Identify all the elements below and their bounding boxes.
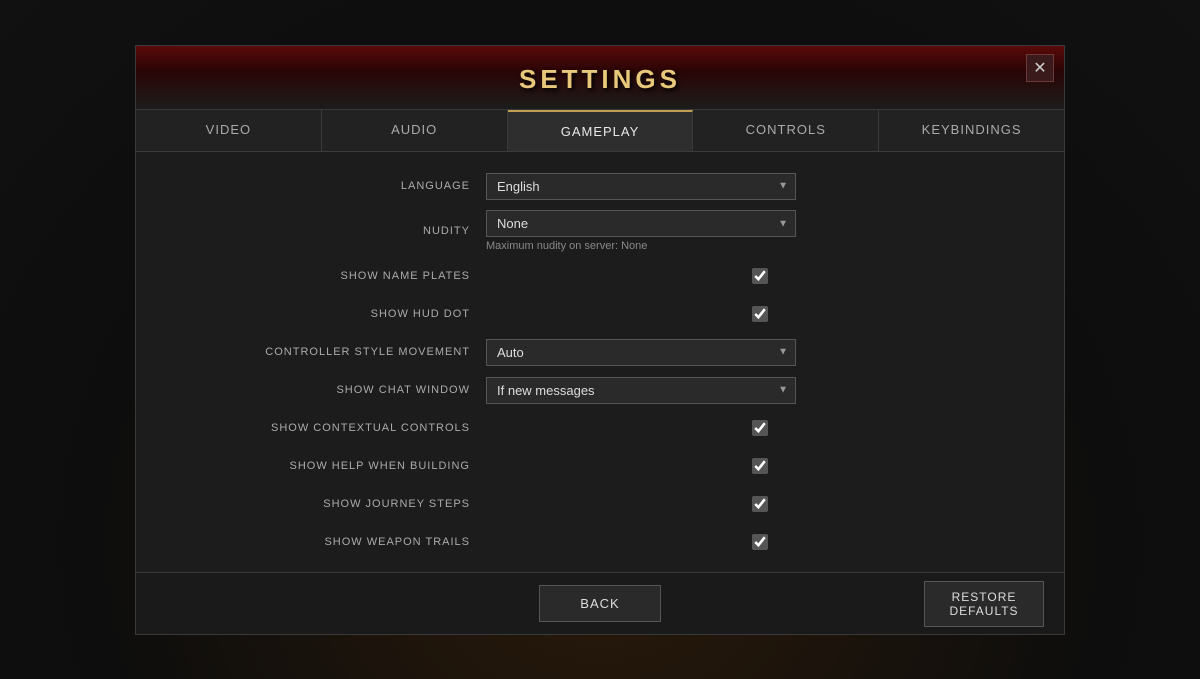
nudity-value: None Partial Full Maximum nudity on serv… (486, 210, 1034, 252)
nudity-select[interactable]: None Partial Full (486, 210, 796, 237)
tab-video[interactable]: VIDEO (136, 110, 322, 151)
nudity-label: NUDITY (166, 225, 486, 237)
controller-style-select-wrap[interactable]: Auto On Off (486, 339, 796, 366)
show-weapon-trails-checkbox[interactable] (752, 534, 768, 550)
back-button[interactable]: BACK (539, 585, 660, 622)
show-help-building-label: SHOW HELP WHEN BUILDING (166, 460, 486, 472)
nudity-select-wrap[interactable]: None Partial Full (486, 210, 796, 237)
controller-style-label: CONTROLLER STYLE MOVEMENT (166, 346, 486, 358)
show-weapon-trails-value (486, 534, 1034, 550)
show-journey-label: SHOW JOURNEY STEPS (166, 498, 486, 510)
show-chat-select[interactable]: If new messages Always Never (486, 377, 796, 404)
contextual-controls-row: SHOW CONTEXTUAL CONTROLS (166, 414, 1034, 442)
contextual-controls-value (486, 420, 1034, 436)
show-help-building-checkbox[interactable] (752, 458, 768, 474)
nudity-subtext: Maximum nudity on server: None (486, 240, 1034, 252)
show-weapon-trails-row: SHOW WEAPON TRAILS (166, 528, 1034, 556)
show-chat-select-wrap[interactable]: If new messages Always Never (486, 377, 796, 404)
modal-footer: BACK RESTORE DEFAULTS (136, 572, 1064, 634)
show-name-plates-row: SHOW NAME PLATES (166, 262, 1034, 290)
show-name-plates-checkbox[interactable] (752, 268, 768, 284)
language-row: LANGUAGE English French German (166, 172, 1034, 200)
restore-line1: RESTORE (952, 590, 1017, 604)
show-journey-value (486, 496, 1034, 512)
language-label: LANGUAGE (166, 180, 486, 192)
show-chat-row: SHOW CHAT WINDOW If new messages Always … (166, 376, 1034, 404)
show-help-building-value (486, 458, 1034, 474)
restore-line2: DEFAULTS (949, 604, 1018, 618)
settings-modal: SETTINGS ✕ VIDEO AUDIO GAMEPLAY CONTROLS… (135, 45, 1065, 635)
tab-controls[interactable]: CONTROLS (693, 110, 879, 151)
nudity-row: NUDITY None Partial Full Maximum nudity … (166, 210, 1034, 252)
show-chat-label: SHOW CHAT WINDOW (166, 384, 486, 396)
restore-defaults-button[interactable]: RESTORE DEFAULTS (924, 581, 1044, 627)
show-journey-row: SHOW JOURNEY STEPS (166, 490, 1034, 518)
language-value: English French German (486, 173, 1034, 200)
language-select-wrap[interactable]: English French German (486, 173, 796, 200)
tab-audio[interactable]: AUDIO (322, 110, 508, 151)
controller-style-value: Auto On Off (486, 339, 1034, 366)
language-select[interactable]: English French German (486, 173, 796, 200)
show-chat-value: If new messages Always Never (486, 377, 1034, 404)
show-hud-dot-value (486, 306, 1034, 322)
contextual-controls-checkbox[interactable] (752, 420, 768, 436)
show-hud-dot-row: SHOW HUD DOT (166, 300, 1034, 328)
controller-style-row: CONTROLLER STYLE MOVEMENT Auto On Off (166, 338, 1034, 366)
controller-style-select[interactable]: Auto On Off (486, 339, 796, 366)
settings-content: LANGUAGE English French German NUDITY No… (136, 152, 1064, 572)
modal-title: SETTINGS (519, 64, 681, 94)
tab-gameplay[interactable]: GAMEPLAY (508, 110, 694, 151)
show-hud-dot-checkbox[interactable] (752, 306, 768, 322)
contextual-controls-label: SHOW CONTEXTUAL CONTROLS (166, 422, 486, 434)
show-name-plates-label: SHOW NAME PLATES (166, 270, 486, 282)
show-weapon-trails-label: SHOW WEAPON TRAILS (166, 536, 486, 548)
show-name-plates-value (486, 268, 1034, 284)
tab-bar: VIDEO AUDIO GAMEPLAY CONTROLS KEYBINDING… (136, 110, 1064, 152)
show-help-building-row: SHOW HELP WHEN BUILDING (166, 452, 1034, 480)
modal-header: SETTINGS ✕ (136, 46, 1064, 110)
show-hud-dot-label: SHOW HUD DOT (166, 308, 486, 320)
tab-keybindings[interactable]: KEYBINDINGS (879, 110, 1064, 151)
close-button[interactable]: ✕ (1026, 54, 1054, 82)
show-journey-checkbox[interactable] (752, 496, 768, 512)
